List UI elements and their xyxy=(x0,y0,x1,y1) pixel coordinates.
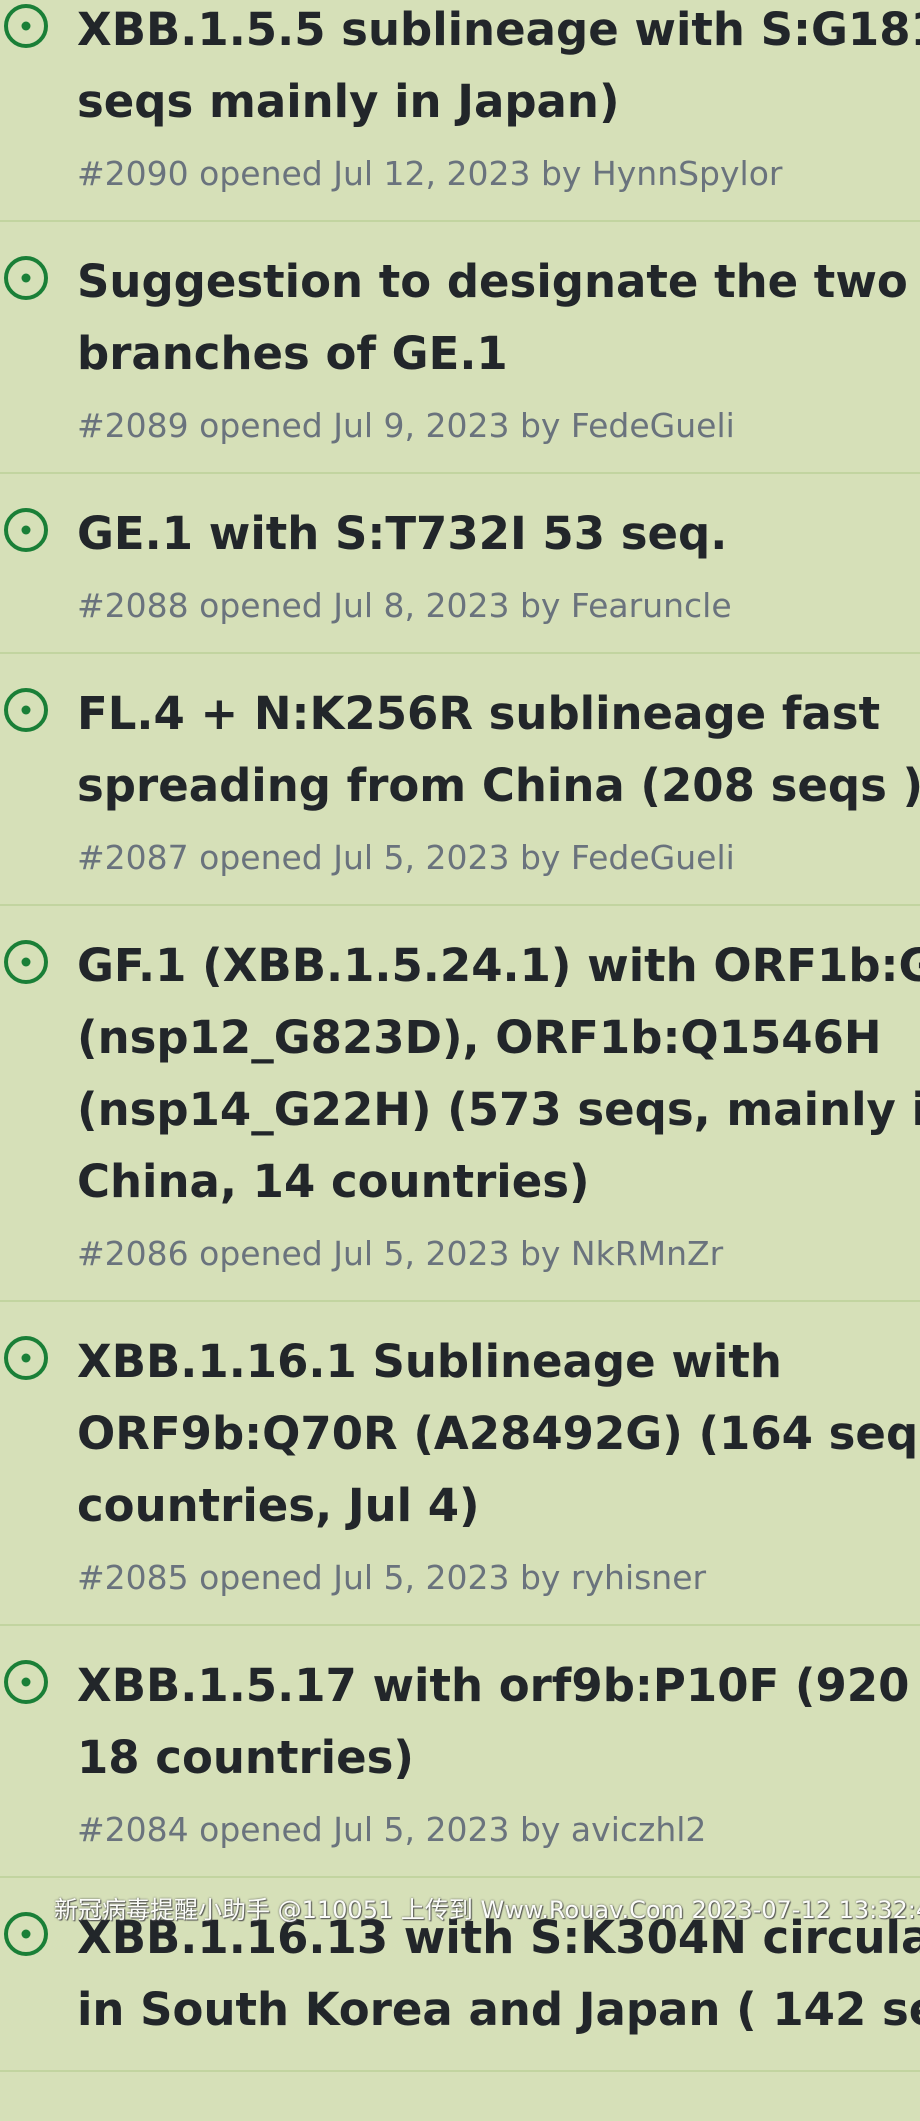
issue-title-line: (nsp14_G22H) (573 seqs, mainly in xyxy=(77,1083,920,1136)
issue-opened-icon xyxy=(4,940,48,984)
issue-meta: #2089 opened Jul 9, 2023 by FedeGueli xyxy=(77,406,735,445)
issue-title-line: spreading from China (208 seqs ) xyxy=(77,759,920,812)
issue-title-line: China, 14 countries) xyxy=(77,1155,590,1208)
issue-title-line: XBB.1.16.1 Sublineage with xyxy=(77,1335,782,1388)
issue-title-line: (nsp12_G823D), ORF1b:Q1546H xyxy=(77,1011,882,1064)
issue-title-line: XBB.1.5.5 sublineage with S:G181V (8 xyxy=(77,3,920,56)
issue-row[interactable]: XBB.1.5.17 with orf9b:P10F (920 seq 18 c… xyxy=(0,1626,920,1878)
issue-title-line: Suggestion to designate the two mai xyxy=(77,255,920,308)
issue-title-line: XBB.1.5.17 with orf9b:P10F (920 seq xyxy=(77,1659,920,1712)
issue-title-link[interactable]: FL.4 + N:K256R sublineage fast spreading… xyxy=(77,678,920,822)
issue-title-link[interactable]: XBB.1.16.1 Sublineage with ORF9b:Q70R (A… xyxy=(77,1326,920,1542)
issue-title-link[interactable]: XBB.1.5.17 with orf9b:P10F (920 seq 18 c… xyxy=(77,1650,920,1794)
issue-meta: #2088 opened Jul 8, 2023 by Fearuncle xyxy=(77,586,732,625)
issue-row[interactable]: XBB.1.5.5 sublineage with S:G181V (8 seq… xyxy=(0,0,920,222)
issue-opened-icon xyxy=(4,256,48,300)
issue-title-line: seqs mainly in Japan) xyxy=(77,75,620,128)
issue-row[interactable]: Suggestion to designate the two mai bran… xyxy=(0,222,920,474)
upload-watermark: 新冠病毒提醒小助手 @110051 上传到 Www.Rouav.Com 2023… xyxy=(54,1896,920,1924)
issue-title-line: FL.4 + N:K256R sublineage fast xyxy=(77,687,881,740)
issue-opened-icon xyxy=(4,508,48,552)
issue-opened-icon xyxy=(4,688,48,732)
issue-title-line: 18 countries) xyxy=(77,1731,414,1784)
issue-row[interactable]: GE.1 with S:T732I 53 seq. #2088 opened J… xyxy=(0,474,920,654)
issue-row[interactable]: XBB.1.16.1 Sublineage with ORF9b:Q70R (A… xyxy=(0,1302,920,1626)
issue-meta: #2090 opened Jul 12, 2023 by HynnSpylor xyxy=(77,154,783,193)
issue-title-line: ORF9b:Q70R (A28492G) (164 seq, 19 xyxy=(77,1407,920,1460)
issue-row[interactable]: FL.4 + N:K256R sublineage fast spreading… xyxy=(0,654,920,906)
issue-title-line: branches of GE.1 xyxy=(77,327,508,380)
issue-list: XBB.1.5.5 sublineage with S:G181V (8 seq… xyxy=(0,0,920,2072)
issue-title-line: GF.1 (XBB.1.5.24.1) with ORF1b:G814 xyxy=(77,939,920,992)
issue-meta: #2086 opened Jul 5, 2023 by NkRMnZr xyxy=(77,1234,724,1273)
issue-title-link[interactable]: XBB.1.5.5 sublineage with S:G181V (8 seq… xyxy=(77,0,920,138)
issue-title-line: in South Korea and Japan ( 142 seqs) xyxy=(77,1983,920,2036)
issue-title-link[interactable]: GE.1 with S:T732I 53 seq. xyxy=(77,498,920,570)
issue-meta: #2085 opened Jul 5, 2023 by ryhisner xyxy=(77,1558,707,1597)
issue-meta: #2087 opened Jul 5, 2023 by FedeGueli xyxy=(77,838,735,877)
issue-opened-icon xyxy=(4,1336,48,1380)
issue-opened-icon xyxy=(4,1660,48,1704)
issue-meta: #2084 opened Jul 5, 2023 by aviczhl2 xyxy=(77,1810,707,1849)
issue-title-line: countries, Jul 4) xyxy=(77,1479,480,1532)
issue-title-link[interactable]: Suggestion to designate the two mai bran… xyxy=(77,246,920,390)
issue-opened-icon xyxy=(4,4,48,48)
issue-title-link[interactable]: GF.1 (XBB.1.5.24.1) with ORF1b:G814 (nsp… xyxy=(77,930,920,1218)
issue-opened-icon xyxy=(4,1912,48,1956)
issue-title-line: GE.1 with S:T732I 53 seq. xyxy=(77,507,728,560)
issue-row[interactable]: GF.1 (XBB.1.5.24.1) with ORF1b:G814 (nsp… xyxy=(0,906,920,1302)
